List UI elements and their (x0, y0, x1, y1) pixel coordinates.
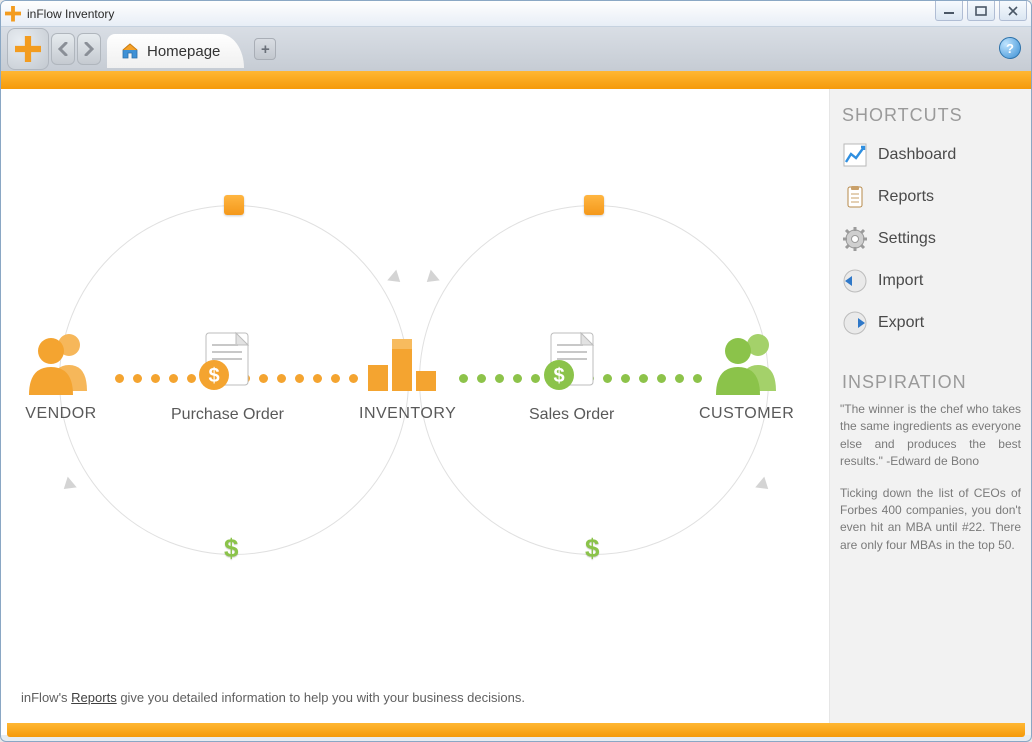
sidebar-item-label: Export (878, 314, 924, 332)
arrowhead-icon (422, 270, 439, 288)
purchase-order-node[interactable]: $ Purchase Order (171, 327, 284, 424)
toolbar: Homepage + ? (1, 27, 1031, 71)
inventory-node[interactable]: INVENTORY (359, 331, 456, 423)
purchase-order-label: Purchase Order (171, 406, 284, 424)
minimize-button[interactable] (935, 1, 963, 21)
sidebar-item-label: Reports (878, 188, 934, 206)
tab-row: Homepage + (107, 30, 276, 68)
vendor-node[interactable]: VENDOR (21, 331, 101, 423)
help-button[interactable]: ? (999, 37, 1021, 59)
sidebar-item-label: Dashboard (878, 146, 956, 164)
new-tab-button[interactable]: + (254, 38, 276, 60)
inspiration-heading: INSPIRATION (842, 372, 1021, 393)
svg-text:$: $ (209, 365, 220, 387)
app-window: inFlow Inventory (0, 0, 1032, 742)
sales-order-icon: $ (537, 327, 607, 397)
back-icon (57, 42, 69, 56)
home-icon (121, 43, 139, 59)
close-button[interactable] (999, 1, 1027, 21)
footer-accent (7, 723, 1025, 737)
sales-order-node[interactable]: $ Sales Order (529, 327, 614, 424)
dollar-icon: $ (224, 533, 238, 564)
inspiration-section: INSPIRATION "The winner is the chef who … (840, 372, 1021, 554)
shortcuts-heading: SHORTCUTS (842, 105, 1021, 126)
sales-order-label: Sales Order (529, 406, 614, 424)
main-panel: $ $ (1, 89, 829, 735)
maximize-button[interactable] (967, 1, 995, 21)
tip-reports-link[interactable]: Reports (71, 690, 117, 705)
accent-bar (1, 71, 1031, 89)
back-button[interactable] (51, 33, 75, 65)
inventory-label: INVENTORY (359, 405, 456, 423)
titlebar: inFlow Inventory (1, 1, 1031, 27)
sidebar-item-label: Settings (878, 230, 936, 248)
dashboard-icon (842, 142, 868, 168)
dollar-icon: $ (585, 533, 599, 564)
minimize-icon (943, 7, 955, 15)
close-icon (1007, 6, 1019, 16)
plus-icon (15, 36, 41, 62)
workflow-diagram: $ $ (19, 115, 809, 655)
svg-text:$: $ (553, 365, 564, 387)
flow-marker-icon (584, 195, 604, 215)
purchase-order-icon: $ (192, 327, 262, 397)
export-icon (842, 310, 868, 336)
inspiration-fact: Ticking down the list of CEOs of Forbes … (840, 485, 1021, 555)
maximize-icon (975, 6, 987, 16)
window-title: inFlow Inventory (27, 7, 114, 21)
content-area: $ $ (1, 89, 1031, 735)
vendor-icon (21, 331, 101, 396)
tip-bar: inFlow's Reports give you detailed infor… (21, 690, 525, 705)
customer-icon (702, 331, 792, 396)
arrowhead-icon (755, 477, 772, 495)
tab-label: Homepage (147, 43, 220, 60)
tab-homepage[interactable]: Homepage (107, 34, 244, 68)
sidebar-item-settings[interactable]: Settings (840, 218, 1021, 260)
inspiration-quote: "The winner is the chef who takes the sa… (840, 401, 1021, 471)
sidebar: SHORTCUTS Dashboard Reports Settings (829, 89, 1031, 735)
sidebar-item-reports[interactable]: Reports (840, 176, 1021, 218)
flow-marker-icon (224, 195, 244, 215)
forward-button[interactable] (77, 33, 101, 65)
vendor-label: VENDOR (21, 405, 101, 423)
sidebar-item-import[interactable]: Import (840, 260, 1021, 302)
tip-prefix: inFlow's (21, 690, 71, 705)
settings-icon (842, 226, 868, 252)
forward-icon (83, 42, 95, 56)
sidebar-item-export[interactable]: Export (840, 302, 1021, 344)
arrowhead-icon (59, 477, 76, 495)
tip-suffix: give you detailed information to help yo… (117, 690, 525, 705)
inventory-icon (360, 331, 455, 396)
reports-icon (842, 184, 868, 210)
customer-node[interactable]: CUSTOMER (699, 331, 794, 423)
sidebar-item-label: Import (878, 272, 923, 290)
import-icon (842, 268, 868, 294)
app-icon (5, 6, 21, 22)
sidebar-item-dashboard[interactable]: Dashboard (840, 134, 1021, 176)
customer-label: CUSTOMER (699, 405, 794, 423)
arrowhead-icon (387, 270, 404, 288)
main-menu-button[interactable] (7, 28, 49, 70)
